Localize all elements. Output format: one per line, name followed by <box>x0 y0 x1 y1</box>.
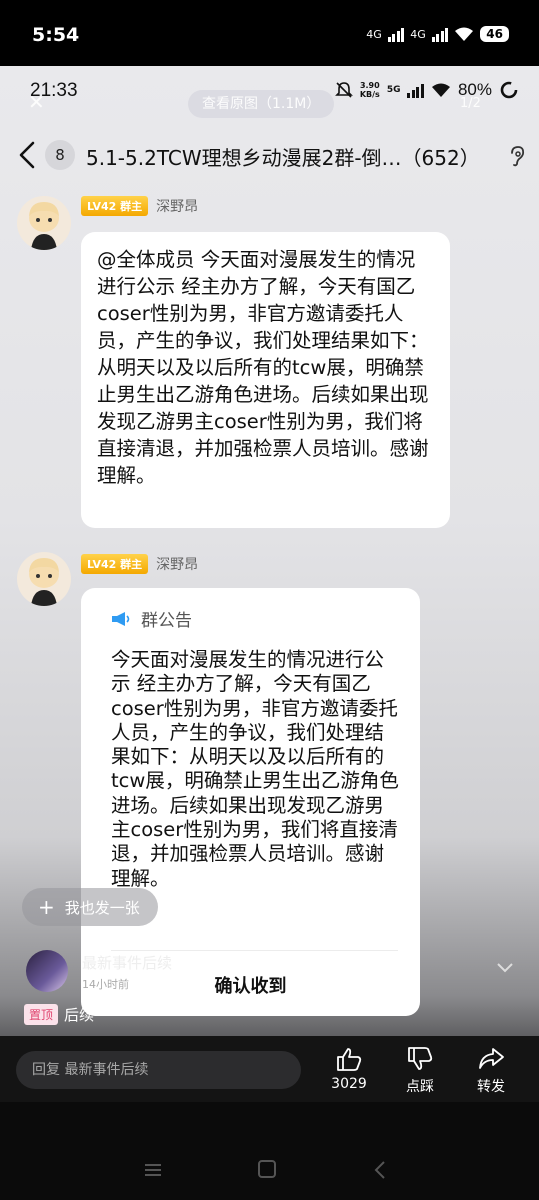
thumbs-down-icon <box>408 1047 433 1070</box>
event-title: 最新事件后续 <box>82 954 173 972</box>
recent-apps-icon[interactable] <box>143 1162 163 1178</box>
pinned-row[interactable]: 置顶 后续 <box>24 1004 94 1025</box>
network-speed: 3.90 KB/s <box>359 81 380 99</box>
unread-count-badge: 8 <box>45 140 75 170</box>
message-meta: LV42 群主 深野昂 <box>81 196 198 216</box>
message-meta: LV42 群主 深野昂 <box>81 554 198 574</box>
message-bubble[interactable]: @全体成员 今天面对漫展发生的情况进行公示 经主办方了解，今天有国乙coser性… <box>81 232 450 528</box>
system-nav-bar <box>0 1102 539 1200</box>
plus-icon: + <box>38 895 55 919</box>
screenshot-viewer: 21:33 3.90 KB/s 5G 80% ✕ 查看原图（1.1M） 1/2 8… <box>0 66 539 1200</box>
chat-title: 5.1-5.2TCW理想乡动漫展2群-倒…（652） <box>86 146 480 170</box>
signal-icon <box>407 82 424 98</box>
event-time: 14小时前 <box>82 978 129 991</box>
share-label: 转发 <box>477 1079 505 1095</box>
outer-status-icons: 4G 4G 46 <box>366 26 509 42</box>
inner-status-icons: 3.90 KB/s 5G 80% <box>334 80 519 100</box>
share-arrow-icon <box>479 1048 504 1069</box>
event-row[interactable]: 最新事件后续 14小时前 <box>26 950 516 996</box>
avatar-image <box>29 558 59 606</box>
post-also-label: 我也发一张 <box>64 898 140 917</box>
role-badge: LV42 群主 <box>81 196 149 216</box>
avatar[interactable] <box>17 196 71 250</box>
event-avatar <box>26 950 68 992</box>
notice-text: 今天面对漫展发生的情况进行公示 经主办方了解，今天有国乙coser性别为男，非官… <box>111 648 399 890</box>
wifi-icon <box>455 27 474 41</box>
dislike-button[interactable]: 点踩 <box>394 1046 446 1096</box>
sender-name[interactable]: 深野昂 <box>156 196 198 216</box>
mute-bell-icon <box>334 82 353 98</box>
share-button[interactable]: 转发 <box>465 1046 517 1096</box>
message-text: @全体成员 今天面对漫展发生的情况进行公示 经主办方了解，今天有国乙coser性… <box>97 248 429 487</box>
role-badge: LV42 群主 <box>81 554 149 574</box>
network-type-1: 4G <box>366 27 382 41</box>
like-count: 3029 <box>331 1076 367 1092</box>
back-arrow-icon[interactable] <box>14 140 40 170</box>
chat-header: 8 5.1-5.2TCW理想乡动漫展2群-倒…（652） <box>0 134 539 178</box>
close-viewer-button[interactable]: ✕ <box>28 90 45 114</box>
battery-indicator: 46 <box>480 26 509 42</box>
sender-name[interactable]: 深野昂 <box>156 554 198 574</box>
battery-ring-icon <box>500 81 518 99</box>
reply-input[interactable]: 回复 最新事件后续 <box>16 1051 301 1089</box>
back-icon[interactable] <box>373 1160 387 1180</box>
home-icon[interactable] <box>258 1160 276 1178</box>
thumbs-up-icon <box>337 1048 362 1071</box>
earpiece-icon[interactable] <box>508 145 526 167</box>
view-original-button[interactable]: 查看原图（1.1M） <box>188 90 335 118</box>
bottom-action-bar: 回复 最新事件后续 3029 点踩 转发 <box>0 1036 539 1102</box>
pinned-tag: 置顶 <box>24 1004 59 1025</box>
page-indicator: 1/2 <box>460 96 481 111</box>
dislike-label: 点踩 <box>406 1079 434 1095</box>
pinned-label: 后续 <box>64 1006 95 1024</box>
avatar[interactable] <box>17 552 71 606</box>
avatar-image <box>29 202 59 250</box>
megaphone-icon <box>112 611 130 626</box>
outer-status-bar: 5:54 4G 4G 46 <box>0 0 539 70</box>
signal-icon-2 <box>431 26 449 42</box>
post-also-button[interactable]: + 我也发一张 <box>22 888 158 926</box>
network-type: 5G <box>386 85 401 95</box>
wifi-icon <box>431 83 450 97</box>
like-button[interactable]: 3029 <box>323 1046 375 1092</box>
signal-icon <box>387 26 405 42</box>
outer-clock: 5:54 <box>32 24 80 46</box>
notice-title: 群公告 <box>141 611 192 631</box>
notice-header: 群公告 <box>111 606 192 631</box>
chevron-down-icon[interactable] <box>496 962 514 974</box>
network-type-2: 4G <box>410 27 426 41</box>
